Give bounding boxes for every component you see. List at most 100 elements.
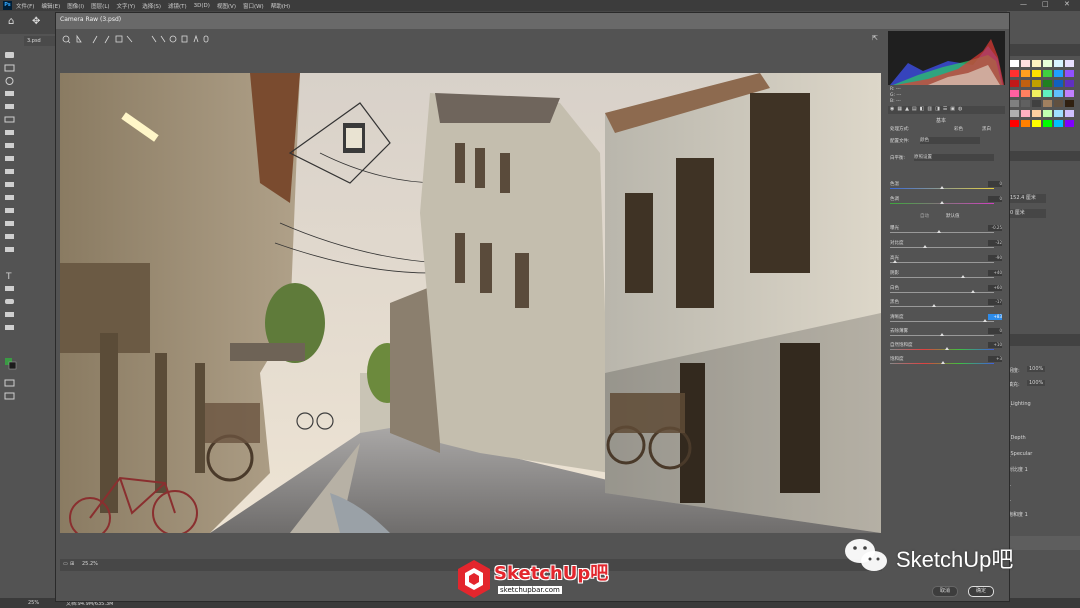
color-swatch[interactable] bbox=[1054, 60, 1063, 67]
color-swatch[interactable] bbox=[1021, 60, 1030, 67]
slider-10[interactable]: 自然饱和度 +10 bbox=[890, 342, 1002, 352]
measure-height[interactable]: 0 厘米 bbox=[1010, 209, 1046, 218]
minimize-button[interactable]: — bbox=[1020, 0, 1027, 8]
color-swatch[interactable] bbox=[1010, 80, 1019, 87]
close-button[interactable]: ✕ bbox=[1064, 0, 1070, 8]
panel-tab-icons[interactable]: ◉▦▲▤◧▥◨☰▣◍ bbox=[890, 106, 965, 112]
slider-value[interactable]: -17 bbox=[988, 299, 1002, 305]
color-swatch[interactable] bbox=[1010, 90, 1019, 97]
color-swatch[interactable] bbox=[1065, 90, 1074, 97]
fill-value[interactable]: 100% bbox=[1027, 380, 1046, 386]
menu-edit[interactable]: 编辑(E) bbox=[41, 2, 60, 10]
slider-track[interactable] bbox=[890, 277, 994, 278]
color-swatch[interactable] bbox=[1021, 100, 1030, 107]
color-swatch[interactable] bbox=[1054, 80, 1063, 87]
color-swatch[interactable] bbox=[1032, 80, 1041, 87]
zoom-value[interactable]: 25.2% bbox=[82, 561, 98, 567]
color-swatch[interactable] bbox=[1032, 90, 1041, 97]
layer-item[interactable]: _Specular bbox=[1008, 451, 1032, 457]
color-swatch[interactable] bbox=[1043, 70, 1052, 77]
tool-icons[interactable]: T bbox=[0, 48, 20, 408]
color-swatch[interactable] bbox=[1054, 100, 1063, 107]
layer-item[interactable]: _Depth bbox=[1008, 435, 1026, 441]
slider-value[interactable]: 0 bbox=[988, 181, 1002, 187]
swatches-grid[interactable] bbox=[1007, 57, 1080, 147]
color-swatch[interactable] bbox=[1021, 90, 1030, 97]
color-swatch[interactable] bbox=[1021, 70, 1030, 77]
slider-1[interactable]: 色调 0 bbox=[890, 196, 1002, 206]
slider-knob[interactable] bbox=[936, 230, 941, 233]
treatment-color-radio[interactable]: 彩色 bbox=[954, 126, 963, 132]
slider-2[interactable]: 曝光 -0.25 bbox=[890, 225, 1002, 235]
color-swatch[interactable] bbox=[1010, 100, 1019, 107]
slider-value[interactable]: -0.25 bbox=[988, 225, 1002, 231]
slider-track[interactable] bbox=[890, 321, 994, 322]
slider-11[interactable]: 饱和度 +3 bbox=[890, 356, 1002, 366]
slider-knob[interactable] bbox=[931, 304, 936, 307]
color-swatch[interactable] bbox=[1032, 100, 1041, 107]
slider-0[interactable]: 色温 0 bbox=[890, 181, 1002, 191]
color-swatch[interactable] bbox=[1065, 110, 1074, 117]
color-swatch[interactable] bbox=[1065, 120, 1074, 127]
color-swatch[interactable] bbox=[1010, 70, 1019, 77]
slider-value[interactable]: +3 bbox=[988, 356, 1002, 362]
maximize-button[interactable]: □ bbox=[1042, 0, 1049, 8]
menu-select[interactable]: 选择(S) bbox=[142, 2, 161, 10]
layer-item[interactable]: 饱和度 1 bbox=[1008, 511, 1028, 518]
color-swatch[interactable] bbox=[1054, 120, 1063, 127]
color-swatch[interactable] bbox=[1043, 120, 1052, 127]
slider-3[interactable]: 对比度 -32 bbox=[890, 240, 1002, 250]
slider-5[interactable]: 阴影 +40 bbox=[890, 270, 1002, 280]
camera-raw-tool-icons[interactable] bbox=[60, 31, 220, 48]
color-swatch[interactable] bbox=[1032, 60, 1041, 67]
slider-7[interactable]: 黑色 -17 bbox=[890, 299, 1002, 309]
color-swatch[interactable] bbox=[1032, 120, 1041, 127]
menu-layer[interactable]: 图层(L) bbox=[91, 2, 109, 10]
slider-value[interactable]: +40 bbox=[988, 270, 1002, 276]
color-swatch[interactable] bbox=[1054, 110, 1063, 117]
color-swatch[interactable] bbox=[1043, 60, 1052, 67]
slider-knob[interactable] bbox=[945, 347, 950, 350]
preferences-icon[interactable]: ⇱ bbox=[872, 34, 878, 42]
ok-button[interactable]: 确定 bbox=[968, 586, 994, 597]
slider-8[interactable]: 清晰度 +83 bbox=[890, 314, 1002, 324]
color-swatch[interactable] bbox=[1043, 80, 1052, 87]
slider-knob[interactable] bbox=[941, 361, 946, 364]
default-button[interactable]: 默认值 bbox=[946, 213, 960, 219]
color-swatch[interactable] bbox=[1065, 80, 1074, 87]
color-swatch[interactable] bbox=[1021, 80, 1030, 87]
slider-value[interactable]: 0 bbox=[988, 328, 1002, 334]
slider-knob[interactable] bbox=[982, 319, 987, 322]
home-icon[interactable]: ⌂ bbox=[8, 16, 14, 27]
menu-image[interactable]: 图像(I) bbox=[67, 2, 84, 10]
slider-4[interactable]: 高光 -90 bbox=[890, 255, 1002, 265]
color-swatch[interactable] bbox=[1054, 70, 1063, 77]
slider-9[interactable]: 去除薄雾 0 bbox=[890, 328, 1002, 338]
slider-knob[interactable] bbox=[940, 186, 944, 189]
menu-file[interactable]: 文件(F) bbox=[16, 2, 34, 10]
menu-filter[interactable]: 滤镜(T) bbox=[168, 2, 187, 10]
panel-tabs[interactable]: ◉▦▲▤◧▥◨☰▣◍ bbox=[888, 106, 1005, 114]
auto-button[interactable]: 自动 bbox=[920, 213, 929, 219]
layer-item[interactable]: _Lighting bbox=[1008, 401, 1031, 407]
menu-help[interactable]: 帮助(H) bbox=[271, 2, 290, 10]
menu-3d[interactable]: 3D(D) bbox=[194, 3, 210, 9]
color-swatch[interactable] bbox=[1021, 110, 1030, 117]
cancel-button[interactable]: 取消 bbox=[932, 586, 958, 597]
profile-select[interactable]: 颜色 bbox=[920, 137, 980, 144]
color-swatch[interactable] bbox=[1043, 100, 1052, 107]
slider-track[interactable] bbox=[890, 292, 994, 293]
slider-value[interactable]: +60 bbox=[988, 285, 1002, 291]
slider-track[interactable] bbox=[890, 247, 994, 248]
slider-track[interactable] bbox=[890, 349, 994, 350]
color-swatch[interactable] bbox=[1010, 60, 1019, 67]
color-swatch[interactable] bbox=[1065, 60, 1074, 67]
slider-value[interactable]: +83 bbox=[988, 314, 1002, 320]
slider-knob[interactable] bbox=[893, 260, 898, 263]
slider-knob[interactable] bbox=[923, 245, 928, 248]
slider-track[interactable] bbox=[890, 232, 994, 233]
color-swatch[interactable] bbox=[1054, 90, 1063, 97]
move-tool-icon[interactable]: ✥ bbox=[32, 16, 40, 27]
color-swatch[interactable] bbox=[1065, 70, 1074, 77]
color-swatch[interactable] bbox=[1043, 110, 1052, 117]
